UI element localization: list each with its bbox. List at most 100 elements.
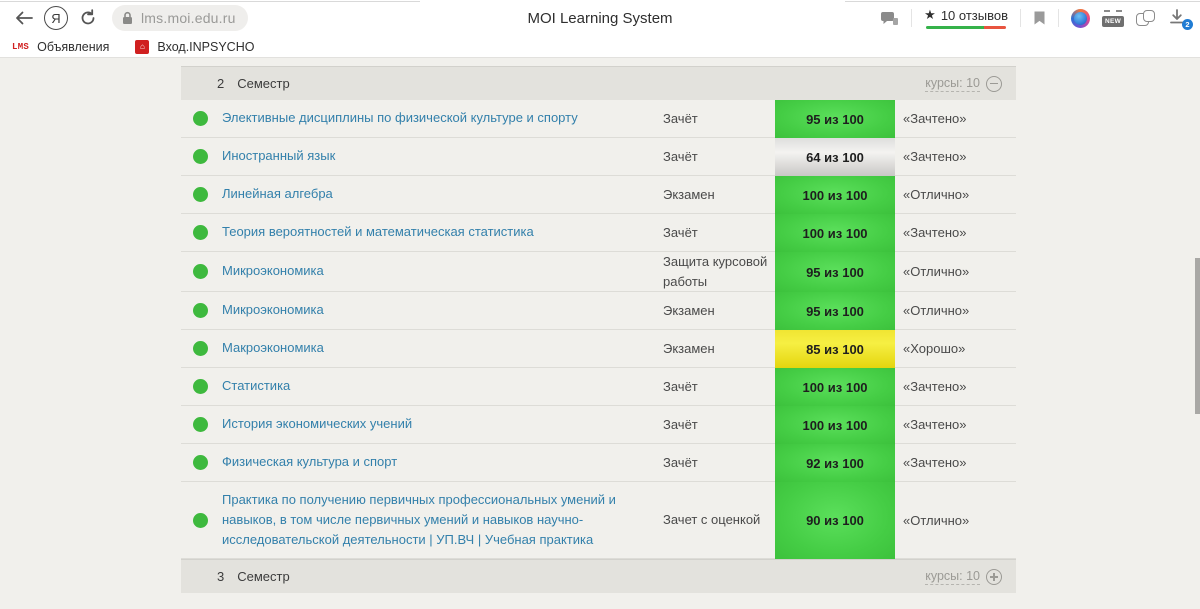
grade-text: «Отлично» [903, 264, 969, 279]
downloads-button[interactable]: 2 [1168, 8, 1190, 28]
course-link[interactable]: Элективные дисциплины по физической куль… [222, 100, 652, 136]
lms-favicon: LMS [12, 42, 29, 52]
star-icon: ★ [924, 7, 936, 23]
grade-row: Линейная алгебра Экзамен 100 из 100 «Отл… [181, 176, 1016, 214]
score-badge: 95 из 100 [775, 100, 895, 138]
grade-row: Микроэкономика Экзамен 95 из 100 «Отличн… [181, 292, 1016, 330]
grade-text: «Зачтено» [903, 149, 966, 164]
assessment-type: Зачёт [663, 223, 775, 243]
course-link[interactable]: Статистика [222, 368, 652, 404]
extension-browser-icon[interactable] [1071, 9, 1090, 28]
assessment-type: Зачёт [663, 109, 775, 129]
courses-count-link[interactable]: курсы: 10 [925, 76, 980, 92]
score-badge: 95 из 100 [775, 292, 895, 330]
extension-new-icon[interactable]: NEW [1102, 10, 1124, 27]
reviews-widget[interactable]: ★ 10 отзывов [924, 7, 1008, 29]
url-text: lms.moi.edu.ru [141, 10, 236, 26]
grade-row: Статистика Зачёт 100 из 100 «Зачтено» [181, 368, 1016, 406]
assessment-type: Зачет с оценкой [663, 510, 775, 530]
grade-text: «Отлично» [903, 303, 969, 318]
grade-row: Физическая культура и спорт Зачёт 92 из … [181, 444, 1016, 482]
grade-row: Иностранный язык Зачёт 64 из 100 «Зачтен… [181, 138, 1016, 176]
grade-row: Элективные дисциплины по физической куль… [181, 100, 1016, 138]
assessment-type: Зачёт [663, 453, 775, 473]
status-dot-icon [193, 225, 208, 240]
score-badge: 100 из 100 [775, 176, 895, 214]
grade-text: «Зачтено» [903, 455, 966, 470]
grade-text: «Зачтено» [903, 225, 966, 240]
grade-row: Макроэкономика Экзамен 85 из 100 «Хорошо… [181, 330, 1016, 368]
status-dot-icon [193, 187, 208, 202]
vertical-scrollbar-thumb[interactable] [1195, 258, 1200, 414]
inpsycho-favicon: ⌂ [135, 40, 149, 54]
reviews-label: 10 отзывов [941, 8, 1008, 23]
grade-text: «Зачтено» [903, 417, 966, 432]
status-dot-icon [193, 417, 208, 432]
status-dot-icon [193, 111, 208, 126]
status-dot-icon [193, 379, 208, 394]
assessment-type: Зачёт [663, 147, 775, 167]
course-link[interactable]: Линейная алгебра [222, 176, 652, 212]
course-link[interactable]: Иностранный язык [222, 138, 652, 174]
bookmark-announcements[interactable]: LMS Объявления [12, 40, 109, 54]
status-dot-icon [193, 341, 208, 356]
score-badge: 100 из 100 [775, 214, 895, 252]
grade-text: «Зачтено» [903, 111, 966, 126]
score-badge: 100 из 100 [775, 368, 895, 406]
course-link[interactable]: Микроэкономика [222, 253, 652, 289]
gradebook-page: 2 Семестр курсы: 10 Элективные дисциплин… [0, 58, 1200, 608]
status-dot-icon [193, 264, 208, 279]
semester-header-3: 3 Семестр курсы: 10 [181, 559, 1016, 593]
collections-icon[interactable] [1136, 10, 1156, 27]
grade-row: История экономических учений Зачёт 100 и… [181, 406, 1016, 444]
browser-toolbar: Я lms.moi.edu.ru MOI Learning System ★ 1… [0, 0, 1200, 36]
bookmark-inpsycho[interactable]: ⌂ Вход.INPSYCHO [135, 40, 254, 54]
grade-text: «Зачтено» [903, 379, 966, 394]
protect-icon[interactable] [880, 10, 899, 27]
assessment-type: Экзамен [663, 301, 775, 321]
score-badge: 85 из 100 [775, 330, 895, 368]
course-link[interactable]: Теория вероятностей и математическая ста… [222, 214, 652, 250]
grade-row: Практика по получению первичных професси… [181, 482, 1016, 559]
downloads-badge: 2 [1182, 19, 1193, 30]
score-badge: 90 из 100 [775, 482, 895, 559]
grade-text: «Хорошо» [903, 341, 965, 356]
bookmarks-bar: LMS Объявления ⌂ Вход.INPSYCHO [0, 36, 1200, 58]
course-link[interactable]: Микроэкономика [222, 292, 652, 328]
grade-rows: Элективные дисциплины по физической куль… [181, 100, 1016, 559]
course-link[interactable]: Практика по получению первичных професси… [222, 482, 652, 558]
address-bar[interactable]: lms.moi.edu.ru [112, 5, 248, 31]
divider [1058, 9, 1059, 27]
grade-row: Теория вероятностей и математическая ста… [181, 214, 1016, 252]
course-link[interactable]: История экономических учений [222, 406, 652, 442]
grade-row: Микроэкономика Защита курсовой работы 95… [181, 252, 1016, 292]
status-dot-icon [193, 303, 208, 318]
assessment-type: Зачёт [663, 415, 775, 435]
score-badge: 100 из 100 [775, 406, 895, 444]
assessment-type: Экзамен [663, 339, 775, 359]
score-badge: 92 из 100 [775, 444, 895, 482]
expand-icon[interactable] [986, 569, 1002, 585]
collapse-icon[interactable] [986, 76, 1002, 92]
score-badge: 95 из 100 [775, 252, 895, 292]
score-badge: 64 из 100 [775, 138, 895, 176]
divider [911, 9, 912, 27]
back-button[interactable] [10, 4, 38, 32]
grade-text: «Отлично» [903, 513, 969, 528]
course-link[interactable]: Макроэкономика [222, 330, 652, 366]
status-dot-icon [193, 149, 208, 164]
status-dot-icon [193, 513, 208, 528]
divider [1020, 9, 1021, 27]
courses-count-link[interactable]: курсы: 10 [925, 569, 980, 585]
yandex-profile-icon[interactable]: Я [44, 6, 68, 30]
lock-icon [121, 11, 134, 25]
assessment-type: Зачёт [663, 377, 775, 397]
course-link[interactable]: Физическая культура и спорт [222, 444, 652, 480]
assessment-type: Защита курсовой работы [663, 252, 775, 291]
grade-text: «Отлично» [903, 187, 969, 202]
status-dot-icon [193, 455, 208, 470]
bookmark-flag-icon[interactable] [1033, 10, 1046, 26]
gradebook-table: 2 Семестр курсы: 10 Элективные дисциплин… [181, 66, 1016, 593]
reload-button[interactable] [74, 4, 102, 32]
semester-header-2: 2 Семестр курсы: 10 [181, 66, 1016, 100]
